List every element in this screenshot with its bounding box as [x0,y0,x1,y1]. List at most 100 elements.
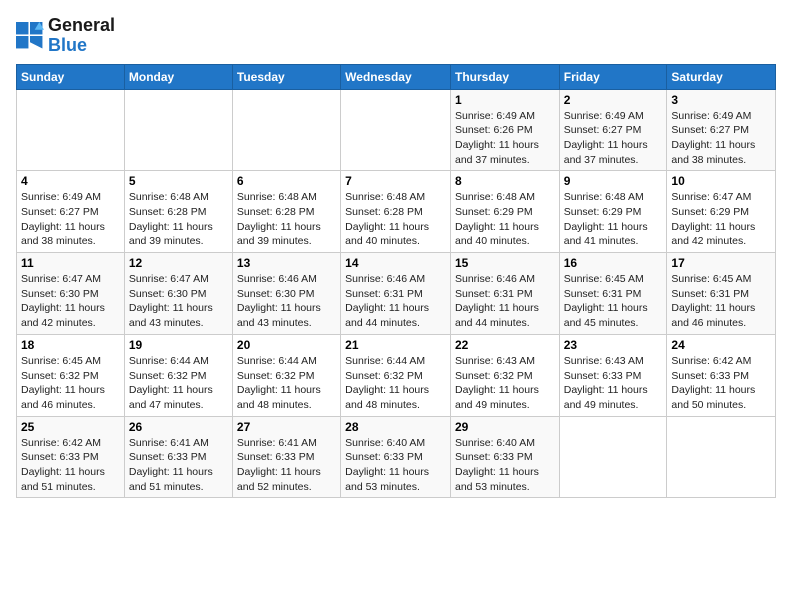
calendar-cell: 4 Sunrise: 6:49 AM Sunset: 6:27 PM Daylig… [17,171,125,253]
calendar-cell: 2 Sunrise: 6:49 AM Sunset: 6:27 PM Daylig… [559,89,667,171]
header-cell-wednesday: Wednesday [341,64,451,89]
cell-content: Sunrise: 6:46 AM Sunset: 6:31 PM Dayligh… [455,272,555,331]
header-cell-tuesday: Tuesday [232,64,340,89]
calendar-cell: 19 Sunrise: 6:44 AM Sunset: 6:32 PM Dayli… [124,334,232,416]
calendar-cell: 10 Sunrise: 6:47 AM Sunset: 6:29 PM Dayli… [667,171,776,253]
cell-content: Sunrise: 6:46 AM Sunset: 6:31 PM Dayligh… [345,272,446,331]
calendar-cell: 14 Sunrise: 6:46 AM Sunset: 6:31 PM Dayli… [341,253,451,335]
cell-content: Sunrise: 6:45 AM Sunset: 6:31 PM Dayligh… [671,272,771,331]
cell-content: Sunrise: 6:48 AM Sunset: 6:28 PM Dayligh… [129,190,228,249]
cell-content: Sunrise: 6:43 AM Sunset: 6:32 PM Dayligh… [455,354,555,413]
calendar-cell: 23Sunrise: 6:43 AM Sunset: 6:33 PM Dayli… [559,334,667,416]
cell-content: Sunrise: 6:49 AM Sunset: 6:26 PM Dayligh… [455,109,555,168]
cell-content: Sunrise: 6:41 AM Sunset: 6:33 PM Dayligh… [129,436,228,495]
cell-content: Sunrise: 6:49 AM Sunset: 6:27 PM Dayligh… [21,190,120,249]
day-number: 18 [21,338,120,352]
cell-content: Sunrise: 6:47 AM Sunset: 6:30 PM Dayligh… [129,272,228,331]
cell-content: Sunrise: 6:48 AM Sunset: 6:28 PM Dayligh… [345,190,446,249]
cell-content: Sunrise: 6:48 AM Sunset: 6:28 PM Dayligh… [237,190,336,249]
calendar-cell [17,89,125,171]
calendar-cell: 8Sunrise: 6:48 AM Sunset: 6:29 PM Daylig… [450,171,559,253]
calendar-cell: 5Sunrise: 6:48 AM Sunset: 6:28 PM Daylig… [124,171,232,253]
cell-content: Sunrise: 6:44 AM Sunset: 6:32 PM Dayligh… [345,354,446,413]
cell-content: Sunrise: 6:48 AM Sunset: 6:29 PM Dayligh… [564,190,663,249]
day-number: 25 [21,420,120,434]
day-number: 11 [21,256,120,270]
day-number: 29 [455,420,555,434]
calendar-cell: 12 Sunrise: 6:47 AM Sunset: 6:30 PM Dayli… [124,253,232,335]
calendar-cell: 24 Sunrise: 6:42 AM Sunset: 6:33 PM Dayli… [667,334,776,416]
calendar-cell: 16Sunrise: 6:45 AM Sunset: 6:31 PM Dayli… [559,253,667,335]
header-cell-monday: Monday [124,64,232,89]
cell-content: Sunrise: 6:41 AM Sunset: 6:33 PM Dayligh… [237,436,336,495]
calendar-cell: 9 Sunrise: 6:48 AM Sunset: 6:29 PM Daylig… [559,171,667,253]
calendar-cell [559,416,667,498]
day-number: 14 [345,256,446,270]
calendar-cell [232,89,340,171]
day-number: 28 [345,420,446,434]
week-row-5: 25 Sunrise: 6:42 AM Sunset: 6:33 PM Dayli… [17,416,776,498]
calendar-cell: 21 Sunrise: 6:44 AM Sunset: 6:32 PM Dayli… [341,334,451,416]
calendar-cell [124,89,232,171]
cell-content: Sunrise: 6:42 AM Sunset: 6:33 PM Dayligh… [671,354,771,413]
calendar-header: SundayMondayTuesdayWednesdayThursdayFrid… [17,64,776,89]
cell-content: Sunrise: 6:49 AM Sunset: 6:27 PM Dayligh… [671,109,771,168]
day-number: 2 [564,93,663,107]
cell-content: Sunrise: 6:42 AM Sunset: 6:33 PM Dayligh… [21,436,120,495]
day-number: 4 [21,174,120,188]
day-number: 9 [564,174,663,188]
day-number: 12 [129,256,228,270]
header-cell-thursday: Thursday [450,64,559,89]
calendar-cell: 27 Sunrise: 6:41 AM Sunset: 6:33 PM Dayli… [232,416,340,498]
week-row-4: 18Sunrise: 6:45 AM Sunset: 6:32 PM Dayli… [17,334,776,416]
calendar-cell: 18Sunrise: 6:45 AM Sunset: 6:32 PM Dayli… [17,334,125,416]
cell-content: Sunrise: 6:40 AM Sunset: 6:33 PM Dayligh… [345,436,446,495]
calendar-cell: 22 Sunrise: 6:43 AM Sunset: 6:32 PM Dayli… [450,334,559,416]
day-number: 26 [129,420,228,434]
day-number: 13 [237,256,336,270]
logo: General Blue [16,16,115,56]
day-number: 19 [129,338,228,352]
cell-content: Sunrise: 6:43 AM Sunset: 6:33 PM Dayligh… [564,354,663,413]
calendar-table: SundayMondayTuesdayWednesdayThursdayFrid… [16,64,776,499]
calendar-cell: 28 Sunrise: 6:40 AM Sunset: 6:33 PM Dayli… [341,416,451,498]
header-cell-friday: Friday [559,64,667,89]
cell-content: Sunrise: 6:47 AM Sunset: 6:29 PM Dayligh… [671,190,771,249]
calendar-cell: 6Sunrise: 6:48 AM Sunset: 6:28 PM Daylig… [232,171,340,253]
logo-blue: Blue [48,35,87,55]
week-row-1: 1 Sunrise: 6:49 AM Sunset: 6:26 PM Daylig… [17,89,776,171]
cell-content: Sunrise: 6:44 AM Sunset: 6:32 PM Dayligh… [129,354,228,413]
cell-content: Sunrise: 6:47 AM Sunset: 6:30 PM Dayligh… [21,272,120,331]
cell-content: Sunrise: 6:46 AM Sunset: 6:30 PM Dayligh… [237,272,336,331]
day-number: 16 [564,256,663,270]
header-cell-saturday: Saturday [667,64,776,89]
calendar-cell: 3Sunrise: 6:49 AM Sunset: 6:27 PM Daylig… [667,89,776,171]
calendar-cell: 29 Sunrise: 6:40 AM Sunset: 6:33 PM Dayli… [450,416,559,498]
calendar-cell: 17Sunrise: 6:45 AM Sunset: 6:31 PM Dayli… [667,253,776,335]
week-row-3: 11 Sunrise: 6:47 AM Sunset: 6:30 PM Dayli… [17,253,776,335]
logo-general: General [48,15,115,35]
calendar-cell: 20Sunrise: 6:44 AM Sunset: 6:32 PM Dayli… [232,334,340,416]
day-number: 27 [237,420,336,434]
cell-content: Sunrise: 6:49 AM Sunset: 6:27 PM Dayligh… [564,109,663,168]
cell-content: Sunrise: 6:40 AM Sunset: 6:33 PM Dayligh… [455,436,555,495]
calendar-cell: 1 Sunrise: 6:49 AM Sunset: 6:26 PM Daylig… [450,89,559,171]
calendar-cell: 15 Sunrise: 6:46 AM Sunset: 6:31 PM Dayli… [450,253,559,335]
calendar-cell: 25 Sunrise: 6:42 AM Sunset: 6:33 PM Dayli… [17,416,125,498]
calendar-cell [341,89,451,171]
day-number: 24 [671,338,771,352]
logo-text: General Blue [48,16,115,56]
calendar-body: 1 Sunrise: 6:49 AM Sunset: 6:26 PM Daylig… [17,89,776,498]
cell-content: Sunrise: 6:48 AM Sunset: 6:29 PM Dayligh… [455,190,555,249]
day-number: 21 [345,338,446,352]
day-number: 10 [671,174,771,188]
calendar-cell: 13 Sunrise: 6:46 AM Sunset: 6:30 PM Dayli… [232,253,340,335]
day-number: 15 [455,256,555,270]
calendar-cell: 26 Sunrise: 6:41 AM Sunset: 6:33 PM Dayli… [124,416,232,498]
header-cell-sunday: Sunday [17,64,125,89]
day-number: 22 [455,338,555,352]
day-number: 1 [455,93,555,107]
day-number: 7 [345,174,446,188]
day-number: 20 [237,338,336,352]
calendar-cell: 7 Sunrise: 6:48 AM Sunset: 6:28 PM Daylig… [341,171,451,253]
